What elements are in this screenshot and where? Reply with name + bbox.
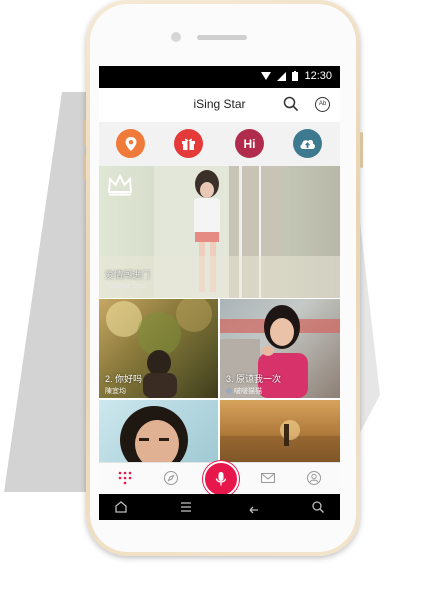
featured-caption: 爱情闯进门 <box>105 270 151 280</box>
gift-button[interactable] <box>174 129 203 158</box>
battery-icon <box>292 71 299 81</box>
wifi-icon <box>261 71 272 80</box>
song-tile[interactable] <box>99 400 218 464</box>
volume-button <box>83 120 86 146</box>
mail-icon[interactable] <box>260 470 276 486</box>
quick-actions-bar: Hi <box>99 122 340 167</box>
cloud-upload-icon <box>300 139 315 149</box>
song-author-name: 啵啵猫猫 <box>234 388 262 395</box>
song-title: 3. 原谅我一次 <box>226 374 282 384</box>
crown-icon <box>107 174 133 196</box>
signal-icon <box>277 71 287 81</box>
status-bar: 12:30 <box>99 66 340 88</box>
search-icon[interactable] <box>311 500 325 514</box>
grid-dots-icon[interactable] <box>117 470 133 486</box>
featured-tile[interactable]: 爱情闯进门 Julianne Dun <box>99 166 340 298</box>
back-icon[interactable] <box>246 500 260 514</box>
earpiece-speaker <box>197 35 247 40</box>
menu-icon[interactable] <box>179 500 193 514</box>
song-photo <box>120 406 188 464</box>
location-pin-icon <box>125 136 136 151</box>
song-tile[interactable] <box>220 400 340 464</box>
microphone-icon <box>215 472 227 486</box>
front-camera <box>171 32 181 42</box>
home-shape-icon[interactable] <box>114 500 128 514</box>
song-tile[interactable]: 2. 你好吗 陳宜均 <box>99 299 218 398</box>
account-icon[interactable]: Ab <box>315 97 330 112</box>
song-tile[interactable]: 3. 原谅我一次 啵啵猫猫 <box>220 299 340 398</box>
location-button[interactable] <box>116 129 145 158</box>
power-button <box>360 132 363 168</box>
search-icon[interactable] <box>283 96 299 112</box>
hi-icon: Hi <box>243 136 256 151</box>
phone-screen: 12:30 iSing Star Ab Hi 爱情闯进门 Julianne Du… <box>99 66 340 520</box>
compass-icon[interactable] <box>163 470 179 486</box>
user-avatar-icon <box>226 388 232 394</box>
record-button[interactable] <box>203 461 239 497</box>
song-author: 陳宜均 <box>105 388 126 395</box>
song-photo <box>220 420 340 464</box>
upload-button[interactable] <box>293 129 322 158</box>
song-title: 2. 你好吗 <box>105 374 143 384</box>
bottom-nav <box>99 461 340 497</box>
featured-author: Julianne Dun <box>105 283 146 290</box>
volume-button <box>83 154 86 180</box>
profile-icon[interactable] <box>306 470 322 486</box>
app-title: iSing Star <box>193 97 246 111</box>
gift-icon <box>182 138 195 150</box>
system-nav-bar <box>99 494 340 520</box>
hi-button[interactable]: Hi <box>235 129 264 158</box>
status-time: 12:30 <box>304 70 332 82</box>
app-bar: iSing Star Ab <box>99 88 340 123</box>
song-author: 啵啵猫猫 <box>226 386 262 396</box>
